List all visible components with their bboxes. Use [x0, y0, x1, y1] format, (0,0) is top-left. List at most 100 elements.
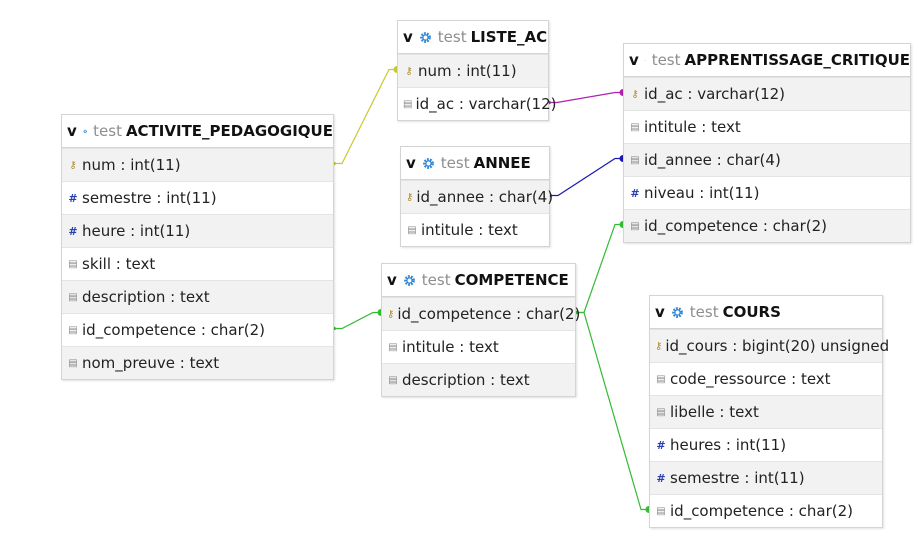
table-header[interactable]: v test APPRENTISSAGE_CRITIQUE: [624, 44, 910, 77]
field-label: intitule : text: [402, 338, 499, 356]
field-row[interactable]: ▤ intitule : text: [401, 213, 549, 246]
text-icon: ▤: [407, 224, 417, 236]
number-icon: #: [630, 186, 640, 200]
key-icon: ⚷: [631, 88, 639, 100]
table-header[interactable]: v test ACTIVITE_PEDAGOGIQUE: [62, 115, 333, 148]
relation-line: [576, 223, 623, 314]
gear-icon[interactable]: [403, 274, 416, 287]
field-row[interactable]: ⚷ num : int(11): [62, 148, 333, 181]
field-row[interactable]: ⚷ id_cours : bigint(20) unsigned: [650, 329, 889, 362]
text-icon: ▤: [68, 357, 78, 369]
number-icon: #: [656, 438, 666, 452]
designer-canvas[interactable]: v test ACTIVITE_PEDAGOGIQUE ⚷ num : int(11) #…: [0, 0, 918, 539]
field-label: skill : text: [82, 255, 156, 273]
collapse-toggle[interactable]: v: [406, 154, 416, 172]
table-activite[interactable]: v test ACTIVITE_PEDAGOGIQUE ⚷ num : int(11) #…: [61, 114, 334, 380]
text-icon: ▤: [68, 291, 78, 303]
number-icon: #: [656, 471, 666, 485]
field-row[interactable]: # semestre : int(11): [650, 461, 882, 494]
field-row[interactable]: # niveau : int(11): [624, 176, 910, 209]
field-row[interactable]: ▤ id_ac : varchar(12): [398, 87, 556, 120]
table-competence[interactable]: v test COMPETENCE ⚷ id_competence : char(2) ▤…: [381, 263, 580, 397]
relation-line: [550, 157, 623, 197]
field-row[interactable]: ⚷ id_ac : varchar(12): [624, 77, 910, 110]
field-label: id_competence : char(2): [397, 305, 581, 323]
field-label: semestre : int(11): [670, 469, 805, 487]
field-row[interactable]: ▤ nom_preuve : text: [62, 346, 333, 379]
table-header[interactable]: v test COURS: [650, 296, 882, 329]
database-name: test: [440, 154, 470, 172]
field-label: id_competence : char(2): [82, 321, 266, 339]
text-icon: ▤: [388, 341, 398, 353]
gear-icon[interactable]: [644, 54, 646, 67]
table-liste_ac[interactable]: v test LISTE_AC ⚷ num : int(11) ▤ id_ac : varc…: [397, 20, 556, 121]
field-row[interactable]: ▤ intitule : text: [382, 330, 575, 363]
field-row[interactable]: ▤ intitule : text: [624, 110, 910, 143]
gear-icon[interactable]: [419, 31, 432, 44]
collapse-toggle[interactable]: v: [387, 271, 397, 289]
field-label: libelle : text: [670, 403, 759, 421]
field-row[interactable]: # heures : int(11): [650, 428, 882, 461]
collapse-toggle[interactable]: v: [403, 28, 413, 46]
field-row[interactable]: # heure : int(11): [62, 214, 333, 247]
field-row[interactable]: # semestre : int(11): [62, 181, 333, 214]
gear-icon[interactable]: [671, 306, 684, 319]
field-row[interactable]: ⚷ num : int(11): [398, 54, 548, 87]
key-icon: ⚷: [387, 308, 395, 320]
gear-icon[interactable]: [83, 125, 87, 138]
number-icon: #: [68, 224, 78, 238]
field-row[interactable]: ▤ code_ressource : text: [650, 362, 882, 395]
relation-line: [334, 68, 397, 165]
field-row[interactable]: ⚷ id_annee : char(4): [401, 180, 553, 213]
key-icon: ⚷: [69, 159, 77, 171]
field-row[interactable]: ▤ id_competence : char(2): [624, 209, 910, 242]
text-icon: ▤: [403, 98, 413, 110]
collapse-toggle[interactable]: v: [67, 122, 77, 140]
relation-line: [549, 91, 623, 104]
field-label: description : text: [82, 288, 210, 306]
field-label: id_competence : char(2): [644, 217, 828, 235]
field-label: id_annee : char(4): [644, 151, 781, 169]
text-icon: ▤: [68, 324, 78, 336]
text-icon: ▤: [630, 154, 640, 166]
field-row[interactable]: ▤ id_annee : char(4): [624, 143, 910, 176]
field-row[interactable]: ▤ libelle : text: [650, 395, 882, 428]
relation-line: [334, 311, 381, 330]
table-header[interactable]: v test ANNEE: [401, 147, 549, 180]
field-label: intitule : text: [644, 118, 741, 136]
database-name: test: [437, 28, 467, 46]
database-name: test: [689, 303, 719, 321]
field-label: id_cours : bigint(20) unsigned: [665, 337, 890, 355]
field-label: heures : int(11): [670, 436, 787, 454]
field-label: num : int(11): [82, 156, 181, 174]
table-apprentissage[interactable]: v test APPRENTISSAGE_CRITIQUE ⚷ id_ac : varc…: [623, 43, 911, 243]
gear-icon[interactable]: [422, 157, 435, 170]
number-icon: #: [68, 191, 78, 205]
table-name: ACTIVITE_PEDAGOGIQUE: [125, 122, 333, 140]
database-name: test: [93, 122, 122, 140]
field-row[interactable]: ▤ id_competence : char(2): [62, 313, 333, 346]
field-label: code_ressource : text: [670, 370, 831, 388]
field-row[interactable]: ▤ description : text: [382, 363, 575, 396]
table-header[interactable]: v test LISTE_AC: [398, 21, 548, 54]
key-icon: ⚷: [405, 65, 413, 77]
field-label: semestre : int(11): [82, 189, 217, 207]
text-icon: ▤: [656, 505, 666, 517]
table-name: LISTE_AC: [470, 28, 548, 46]
field-row[interactable]: ▤ description : text: [62, 280, 333, 313]
table-header[interactable]: v test COMPETENCE: [382, 264, 575, 297]
field-row[interactable]: ⚷ id_competence : char(2): [382, 297, 580, 330]
field-row[interactable]: ▤ skill : text: [62, 247, 333, 280]
table-annee[interactable]: v test ANNEE ⚷ id_annee : char(4) ▤ intitule :…: [400, 146, 553, 247]
collapse-toggle[interactable]: v: [655, 303, 665, 321]
table-name: COMPETENCE: [454, 271, 569, 289]
collapse-toggle[interactable]: v: [629, 51, 639, 69]
field-label: niveau : int(11): [644, 184, 760, 202]
field-label: intitule : text: [421, 221, 518, 239]
field-label: id_competence : char(2): [670, 502, 854, 520]
table-cours[interactable]: v test COURS ⚷ id_cours : bigint(20) unsigne…: [649, 295, 889, 528]
field-label: description : text: [402, 371, 530, 389]
field-row[interactable]: ▤ id_competence : char(2): [650, 494, 882, 527]
text-icon: ▤: [630, 121, 640, 133]
table-name: COURS: [722, 303, 781, 321]
